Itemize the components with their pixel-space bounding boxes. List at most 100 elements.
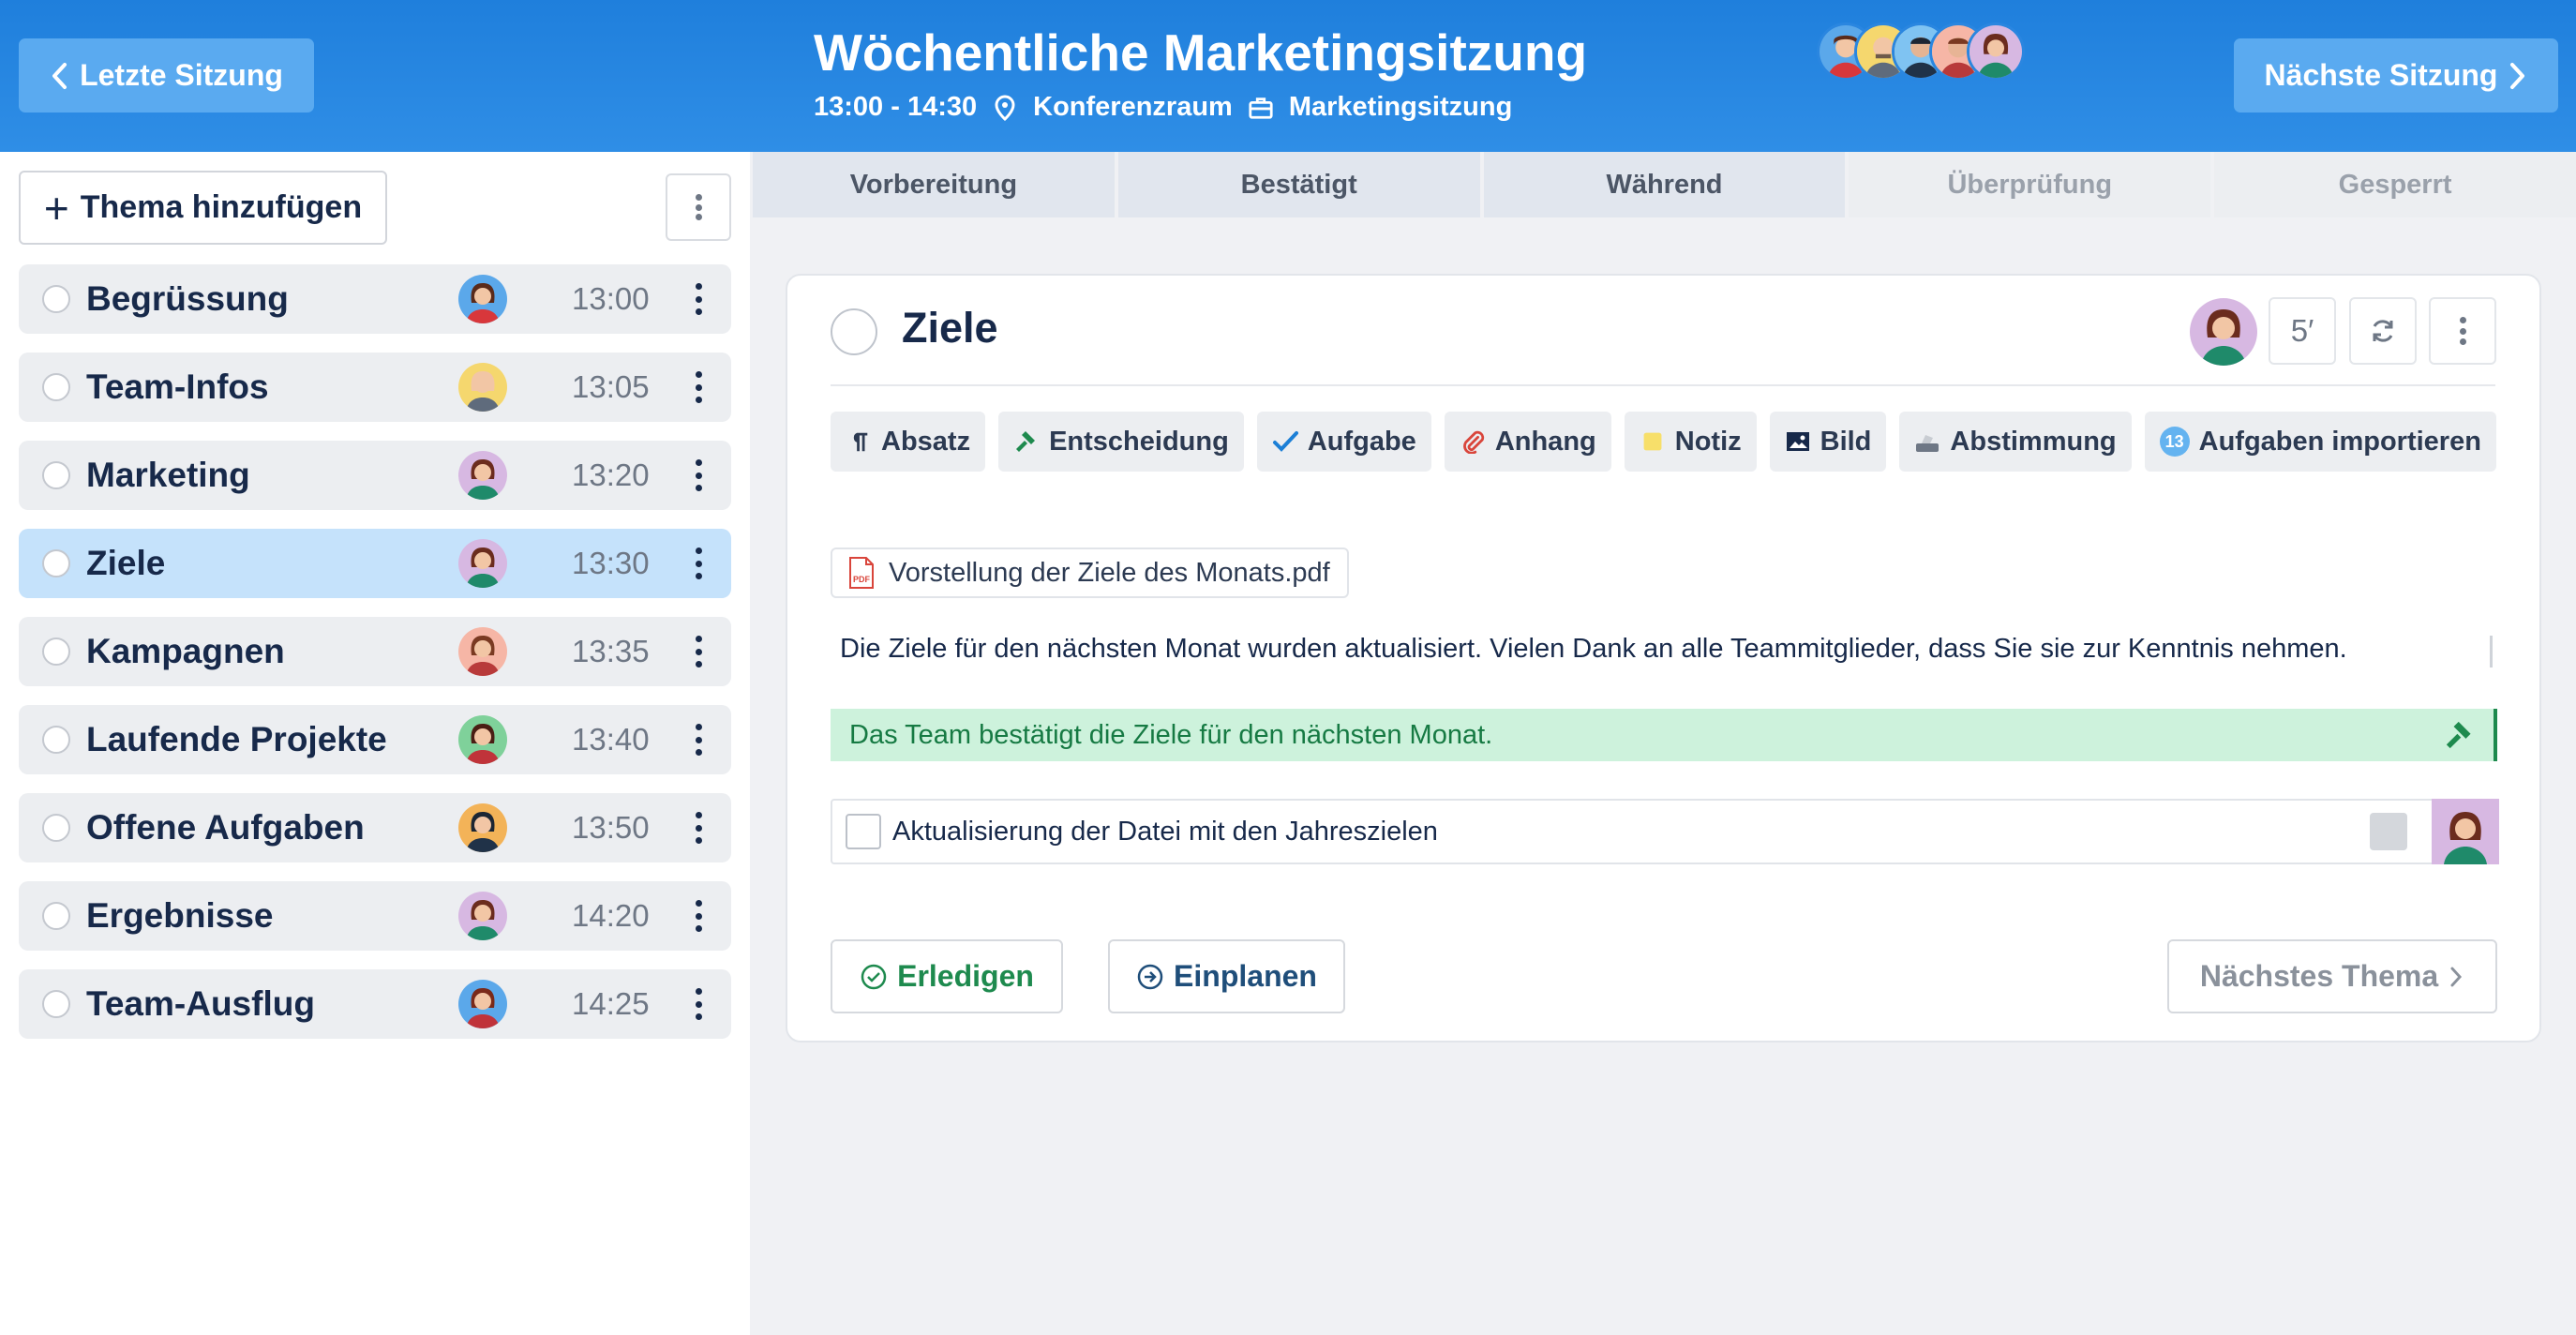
topic-time: 13:00 [572,281,650,316]
topic-radio[interactable] [42,726,70,754]
svg-text:PDF: PDF [853,575,871,584]
avatar[interactable] [458,275,507,323]
tab-waehrend[interactable]: Während [1483,152,1846,218]
topic-item[interactable]: Marketing 13:20 [19,441,731,510]
topic-name: Marketing [86,456,250,494]
divider [831,384,2495,386]
topic-item[interactable]: Team-Ausflug 14:25 [19,969,731,1039]
topic-more-menu-icon[interactable] [694,548,703,579]
meeting-time: 13:00 - 14:30 [814,92,978,122]
topic-more-menu-button[interactable] [2429,297,2496,365]
topic-radio[interactable] [42,461,70,489]
topic-more-menu-icon[interactable] [694,459,703,491]
topic-radio[interactable] [42,373,70,401]
avatar[interactable] [458,892,507,940]
topic-more-menu-icon[interactable] [694,371,703,403]
topic-radio[interactable] [42,285,70,313]
complete-button[interactable]: Erledigen [831,939,1063,1013]
topic-radio[interactable] [42,902,70,930]
avatar[interactable] [1967,22,2025,81]
tab-vorbereitung[interactable]: Vorbereitung [753,152,1115,218]
avatar[interactable] [458,980,507,1028]
attachment-label: Anhang [1494,426,1596,457]
import-tasks-button[interactable]: 13 Aufgaben importieren [2144,412,2496,472]
topic-more-menu-icon[interactable] [694,900,703,932]
import-icon: 13 [2159,427,2190,457]
decision-block[interactable]: Das Team bestätigt die Ziele für den näc… [831,709,2497,761]
topic-name: Offene Aufgaben [86,808,365,847]
participant-avatars[interactable] [1817,22,2025,81]
tab-ueberpruefung[interactable]: Überprüfung [1849,152,2211,218]
add-vote-button[interactable]: Abstimmung [1899,412,2132,472]
topic-item[interactable]: Team-Infos 13:05 [19,352,731,422]
gavel-icon [1013,428,1040,455]
task-label: Aufgabe [1307,426,1416,457]
topic-item[interactable]: Kampagnen 13:35 [19,617,731,686]
check-circle-icon [861,964,887,989]
sidebar-more-menu-icon[interactable] [666,173,731,241]
next-topic-button[interactable]: Nächstes Thema [2167,939,2497,1013]
topic-owner-avatar[interactable] [2190,298,2257,366]
add-task-button[interactable]: Aufgabe [1256,412,1431,472]
location-pin-icon [995,94,1015,121]
add-paragraph-button[interactable]: Absatz [831,412,986,472]
topic-more-menu-icon[interactable] [694,724,703,756]
avatar[interactable] [458,803,507,852]
add-decision-button[interactable]: Entscheidung [998,412,1244,472]
topic-more-menu-icon[interactable] [694,812,703,844]
task-assignee-avatar[interactable] [2432,799,2499,864]
task-text[interactable]: Aktualisierung der Datei mit den Jahresz… [892,817,1438,848]
chevron-right-icon [2510,62,2525,89]
plus-icon: + [43,183,69,232]
topic-more-menu-icon[interactable] [694,636,703,668]
topic-name: Ergebnisse [86,896,274,935]
add-attachment-button[interactable]: Anhang [1444,412,1611,472]
attachment-file[interactable]: PDF Vorstellung der Ziele des Monats.pdf [831,548,1349,598]
refresh-button[interactable] [2349,297,2417,365]
topic-time: 13:05 [572,369,650,404]
image-label: Bild [1820,426,1872,457]
topic-more-menu-icon[interactable] [694,988,703,1020]
meeting-title: Wöchentliche Marketingsitzung [814,23,1588,82]
task-checkbox[interactable] [846,814,881,849]
avatar[interactable] [458,627,507,676]
topic-item[interactable]: Ziele 13:30 [19,529,731,598]
topic-name: Ziele [86,544,166,582]
paragraph-text[interactable]: Die Ziele für den nächsten Monat wurden … [840,634,2347,665]
topic-name: Kampagnen [86,632,285,670]
schedule-button[interactable]: Einplanen [1108,939,1345,1013]
task-due-toggle[interactable] [2370,813,2407,850]
tab-bestaetigt[interactable]: Bestätigt [1117,152,1480,218]
topic-item[interactable]: Offene Aufgaben 13:50 [19,793,731,862]
more-vertical-icon [2459,317,2466,345]
avatar[interactable] [458,539,507,588]
duration-button[interactable]: 5′ [2269,297,2336,365]
chevron-right-icon [2450,967,2463,986]
topic-radio[interactable] [42,638,70,666]
topic-time: 13:30 [572,546,650,580]
add-topic-button[interactable]: + Thema hinzufügen [19,171,387,245]
next-meeting-button[interactable]: Nächste Sitzung [2234,38,2558,112]
previous-meeting-button[interactable]: Letzte Sitzung [19,38,314,112]
topic-item[interactable]: Begrüssung 13:00 [19,264,731,334]
topic-complete-radio[interactable] [831,308,877,355]
task-item[interactable]: Aktualisierung der Datei mit den Jahresz… [831,799,2499,864]
topic-radio[interactable] [42,814,70,842]
paragraph-icon [846,428,872,455]
add-note-button[interactable]: Notiz [1624,412,1757,472]
previous-meeting-label: Letzte Sitzung [80,58,283,92]
topic-more-menu-icon[interactable] [694,283,703,315]
note-icon [1640,428,1666,455]
add-image-button[interactable]: Bild [1769,412,1887,472]
meeting-location: Konferenzraum [1033,92,1233,122]
topic-radio[interactable] [42,549,70,578]
avatar[interactable] [458,715,507,764]
topic-time: 14:25 [572,986,650,1021]
topic-item[interactable]: Ergebnisse 14:20 [19,881,731,951]
avatar[interactable] [458,451,507,500]
topic-item[interactable]: Laufende Projekte 13:40 [19,705,731,774]
chevron-left-icon [52,62,67,89]
avatar[interactable] [458,363,507,412]
tab-gesperrt[interactable]: Gesperrt [2214,152,2576,218]
topic-radio[interactable] [42,990,70,1018]
